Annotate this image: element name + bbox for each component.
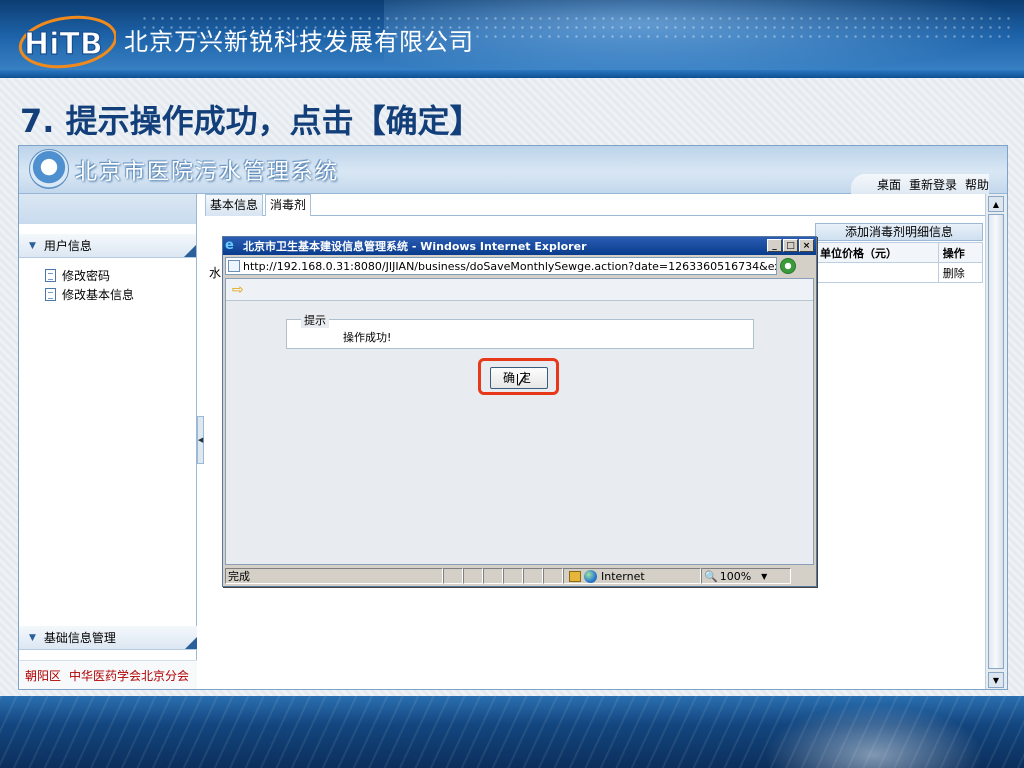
sidebar-footer: 朝阳区 中华医药学会北京分会 xyxy=(19,660,197,689)
unit-price-cell xyxy=(815,262,939,283)
scroll-thumb[interactable] xyxy=(988,214,1004,669)
security-shield-icon[interactable] xyxy=(780,258,796,274)
hitb-logo: HiTB xyxy=(18,15,116,69)
sidebar-group-label: 用户信息 xyxy=(43,239,92,253)
ie-logo-icon: e xyxy=(225,238,234,253)
slide-header: HiTB 北京万兴新锐科技发展有限公司 xyxy=(0,0,1024,78)
magnifier-icon: 🔍 xyxy=(704,569,718,583)
sidebar-item-edit-basic-info[interactable]: 修改基本信息 xyxy=(19,285,196,304)
sidebar-top xyxy=(19,194,196,224)
slide-footer xyxy=(0,696,1024,768)
partial-row-text: 水 xyxy=(209,266,222,280)
tab-disinfectant[interactable]: 消毒剂 xyxy=(265,194,312,216)
scroll-up-icon[interactable]: ▲ xyxy=(988,196,1004,212)
popup-toolbar: ⇨ xyxy=(226,279,813,301)
tab-basic-info[interactable]: 基本信息 xyxy=(205,194,264,216)
header-bottom-band xyxy=(0,70,1024,78)
address-bar: http://192.168.0.31:8080/JIJIAN/business… xyxy=(225,256,814,276)
lock-icon xyxy=(569,570,581,582)
sidebar-group-label: 基础信息管理 xyxy=(43,631,116,645)
fieldset-legend: 提示 xyxy=(301,312,329,328)
sidebar-group-basic-info-mgmt[interactable]: ▼ 基础信息管理 xyxy=(19,626,197,650)
url-text: http://192.168.0.31:8080/JIJIAN/business… xyxy=(243,259,776,273)
window-controls: _ □ × xyxy=(767,239,814,252)
zoom-control[interactable]: 🔍 100% ▼ xyxy=(701,568,791,584)
sidebar-collapse-handle[interactable]: ◀ xyxy=(197,416,204,464)
sidebar-item-change-password[interactable]: 修改密码 xyxy=(19,266,196,285)
status-pane xyxy=(483,568,503,584)
corner-triangle-icon xyxy=(184,245,196,257)
zone-label: Internet xyxy=(601,569,645,583)
company-name: 北京万兴新锐科技发展有限公司 xyxy=(124,28,474,56)
delete-link[interactable]: 删除 xyxy=(937,262,984,283)
ie-popup-window: e 北京市卫生基本建设信息管理系统 - Windows Internet Exp… xyxy=(222,236,817,587)
success-message: 操作成功! xyxy=(343,331,392,344)
sidebar-group-user-info[interactable]: ▼ 用户信息 xyxy=(19,234,196,258)
minimize-button[interactable]: _ xyxy=(767,239,782,252)
status-pane xyxy=(523,568,543,584)
mouse-cursor-icon xyxy=(518,374,525,385)
document-icon xyxy=(45,269,56,282)
slide-title: 7. 提示操作成功，点击【确定】 xyxy=(20,102,482,140)
column-header-action: 操作 xyxy=(937,242,984,263)
arrow-right-icon: ⇨ xyxy=(232,281,244,298)
disinfectant-table: 单位价格（元） 操作 删除 xyxy=(815,242,984,283)
popup-titlebar[interactable]: e 北京市卫生基本建设信息管理系统 - Windows Internet Exp… xyxy=(223,237,816,255)
footer-district: 朝阳区 xyxy=(25,669,62,683)
chevron-down-icon: ▼ xyxy=(29,240,36,251)
column-header-unit-price: 单位价格（元） xyxy=(815,242,939,263)
table-row: 删除 xyxy=(815,262,984,283)
top-links: 桌面 重新登录 帮助 xyxy=(850,174,989,194)
url-field[interactable]: http://192.168.0.31:8080/JIJIAN/business… xyxy=(225,257,777,275)
desktop-link[interactable]: 桌面 xyxy=(877,176,901,193)
relogin-link[interactable]: 重新登录 xyxy=(909,176,957,193)
sidebar-item-label: 修改基本信息 xyxy=(62,288,135,302)
document-icon xyxy=(45,288,56,301)
popup-content: ⇨ 提示 操作成功! 确定 xyxy=(225,278,814,565)
close-button[interactable]: × xyxy=(799,239,814,252)
help-link[interactable]: 帮助 xyxy=(965,176,989,193)
page-icon xyxy=(228,260,240,272)
sidebar-item-label: 修改密码 xyxy=(62,269,111,283)
popup-title: 北京市卫生基本建设信息管理系统 - Windows Internet Explo… xyxy=(243,240,587,253)
status-pane xyxy=(543,568,563,584)
zoom-dropdown-icon: ▼ xyxy=(761,571,768,581)
vertical-scrollbar[interactable]: ▲ ▼ xyxy=(985,194,1007,689)
status-pane xyxy=(443,568,463,584)
logo-text: HiTB xyxy=(24,27,103,62)
maximize-button[interactable]: □ xyxy=(783,239,798,252)
status-bar: 完成 Internet 🔍 100% ▼ xyxy=(225,567,814,585)
footer-organization: 中华医药学会北京分会 xyxy=(69,669,190,683)
app-banner: 北京市医院污水管理系统 桌面 重新登录 帮助 xyxy=(19,146,1007,194)
hospital-emblem-icon xyxy=(29,149,69,189)
footer-keyboard-image xyxy=(764,704,984,768)
corner-triangle-icon xyxy=(185,637,197,649)
message-fieldset: 提示 操作成功! xyxy=(286,312,754,349)
scroll-down-icon[interactable]: ▼ xyxy=(988,672,1004,688)
globe-icon xyxy=(584,569,597,583)
security-zone[interactable]: Internet xyxy=(563,568,701,584)
status-pane xyxy=(503,568,523,584)
sidebar: ▼ 用户信息 修改密码 修改基本信息 ▼ 基础信息管理 朝阳区 中华医药学会北京… xyxy=(19,194,197,689)
zoom-level: 100% xyxy=(719,569,752,583)
status-text: 完成 xyxy=(225,568,443,584)
add-disinfectant-detail-button[interactable]: 添加消毒剂明细信息 xyxy=(815,223,983,241)
chevron-down-icon: ▼ xyxy=(29,632,36,643)
status-pane xyxy=(463,568,483,584)
tab-bar: 基本信息 消毒剂 xyxy=(205,194,985,216)
app-title: 北京市医院污水管理系统 xyxy=(75,160,340,185)
